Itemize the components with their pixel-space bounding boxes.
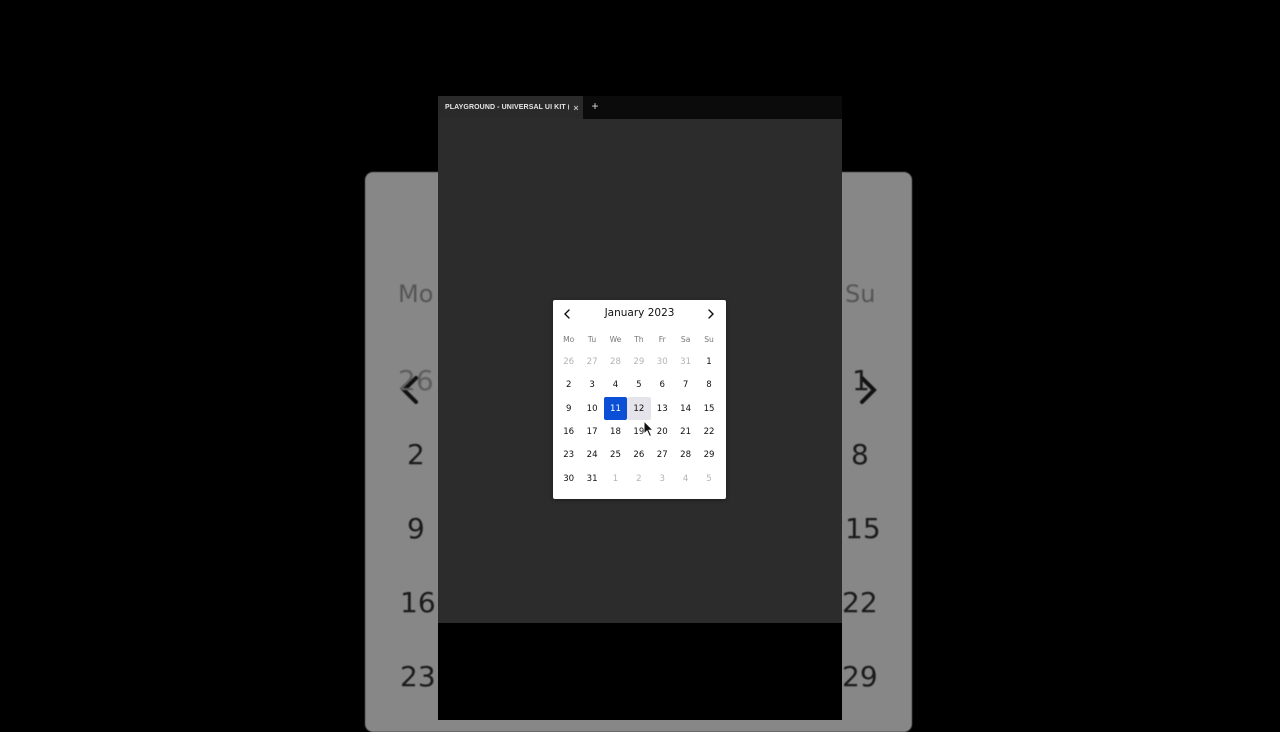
- day-cell[interactable]: 8: [697, 374, 720, 397]
- day-cell-outside-month[interactable]: 1: [604, 467, 627, 490]
- week-row: 2345678: [557, 374, 721, 397]
- day-cell-outside-month[interactable]: 28: [604, 351, 627, 374]
- day-cell[interactable]: 31: [580, 467, 603, 490]
- backdrop-weekday-su: Su: [845, 280, 876, 308]
- day-cell[interactable]: 30: [557, 467, 580, 490]
- day-cell[interactable]: 13: [651, 397, 674, 420]
- backdrop-day: 26: [398, 364, 434, 397]
- day-cell[interactable]: 4: [604, 374, 627, 397]
- day-cell[interactable]: 18: [604, 420, 627, 443]
- day-cell[interactable]: 7: [674, 374, 697, 397]
- day-cell[interactable]: 17: [580, 420, 603, 443]
- tab-title: PLAYGROUND - UNIVERSAL UI KIT (W: [445, 104, 569, 111]
- day-cell[interactable]: 2: [557, 374, 580, 397]
- weekday-label: Fr: [658, 334, 666, 344]
- day-cell-outside-month[interactable]: 3: [651, 467, 674, 490]
- week-row: 30 31 1 2 3 4 5: [557, 467, 721, 490]
- date-picker: January 2023 Mo Tu We Th Fr Sa Su 26 27 28 29 30 31 1…: [553, 300, 726, 499]
- day-cell-outside-month[interactable]: 31: [674, 351, 697, 374]
- day-cell-outside-month[interactable]: 2: [627, 467, 650, 490]
- day-cell[interactable]: 16: [557, 420, 580, 443]
- backdrop-day: 9: [407, 512, 425, 545]
- browser-tab-bar: PLAYGROUND - UNIVERSAL UI KIT (W × +: [438, 96, 842, 119]
- week-row: 16 17 18 19 20 21 22: [557, 420, 721, 443]
- day-cell[interactable]: 26: [627, 444, 650, 467]
- next-month-button[interactable]: [703, 306, 719, 322]
- day-cell-outside-month[interactable]: 30: [651, 351, 674, 374]
- day-cell-outside-month[interactable]: 27: [580, 351, 603, 374]
- weekday-label: Mo: [563, 334, 575, 344]
- backdrop-day: 8: [851, 438, 869, 471]
- day-cell[interactable]: 10: [580, 397, 603, 420]
- prev-month-button[interactable]: [559, 306, 575, 322]
- close-icon[interactable]: ×: [569, 103, 583, 113]
- weekday-label: Su: [704, 334, 714, 344]
- backdrop-day: 15: [845, 512, 881, 545]
- day-cell[interactable]: 28: [674, 444, 697, 467]
- day-cell-outside-month[interactable]: 4: [674, 467, 697, 490]
- week-row: 26 27 28 29 30 31 1: [557, 351, 721, 374]
- day-cell[interactable]: 22: [697, 420, 720, 443]
- week-row: 23 24 25 26 27 28 29: [557, 444, 721, 467]
- weekday-header-row: Mo Tu We Th Fr Sa Su: [557, 331, 721, 347]
- day-cell-outside-month[interactable]: 29: [627, 351, 650, 374]
- date-grid: Mo Tu We Th Fr Sa Su 26 27 28 29 30 31 1 2 3 4 5 6 7 8 9 10 11 1…: [557, 331, 721, 490]
- backdrop-weekday-mo: Mo: [398, 280, 434, 308]
- day-cell[interactable]: 15: [697, 397, 720, 420]
- day-cell[interactable]: 25: [604, 444, 627, 467]
- week-row: 9 10 11 12 13 14 15: [557, 397, 721, 421]
- day-cell[interactable]: 29: [697, 444, 720, 467]
- backdrop-day: 29: [842, 660, 878, 693]
- day-cell[interactable]: 12: [627, 397, 651, 421]
- day-cell[interactable]: 14: [674, 397, 697, 420]
- day-cell[interactable]: 27: [651, 444, 674, 467]
- backdrop-day: 22: [842, 586, 878, 619]
- backdrop-day: 16: [400, 586, 436, 619]
- chevron-left-icon: [564, 309, 570, 319]
- weekday-label: We: [609, 334, 622, 344]
- day-cell[interactable]: 3: [580, 374, 603, 397]
- day-cell-selected[interactable]: 11: [603, 397, 628, 421]
- day-cell[interactable]: 9: [557, 397, 580, 420]
- date-picker-header: January 2023: [553, 306, 726, 322]
- day-cell-outside-month[interactable]: 26: [557, 351, 580, 374]
- backdrop-day: 2: [407, 438, 425, 471]
- day-cell[interactable]: 6: [651, 374, 674, 397]
- day-cell-outside-month[interactable]: 5: [697, 467, 720, 490]
- browser-tab[interactable]: PLAYGROUND - UNIVERSAL UI KIT (W ×: [438, 96, 583, 119]
- chevron-right-icon: [708, 309, 714, 319]
- day-cell[interactable]: 1: [697, 351, 720, 374]
- new-tab-icon[interactable]: +: [588, 99, 602, 113]
- backdrop-day: 23: [400, 660, 436, 693]
- mouse-cursor-icon: [643, 420, 655, 438]
- month-title: January 2023: [604, 307, 675, 319]
- weekday-label: Tu: [587, 334, 597, 344]
- backdrop-day: 1: [852, 364, 870, 397]
- day-cell[interactable]: 23: [557, 444, 580, 467]
- day-cell[interactable]: 21: [674, 420, 697, 443]
- day-cell[interactable]: 24: [580, 444, 603, 467]
- weekday-label: Th: [634, 334, 644, 344]
- day-cell[interactable]: 5: [627, 374, 650, 397]
- weekday-label: Sa: [680, 334, 691, 344]
